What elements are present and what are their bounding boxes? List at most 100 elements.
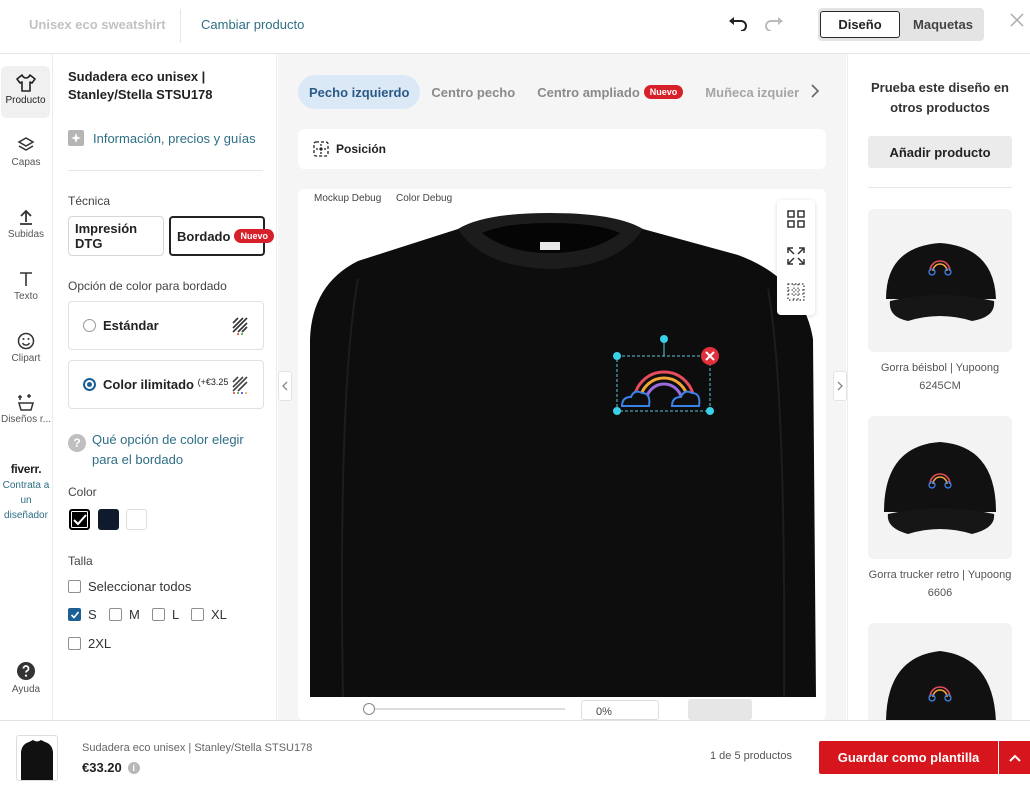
- nav-clipart[interactable]: Clipart: [0, 332, 52, 364]
- designs-icon: [18, 394, 34, 411]
- close-icon[interactable]: [1010, 13, 1030, 35]
- sparkle-icon: [68, 130, 84, 146]
- zoom-slider-track[interactable]: [375, 708, 565, 710]
- help-icon: [17, 662, 35, 680]
- shirt-icon: [15, 74, 36, 92]
- grid-layout-icon[interactable]: [786, 209, 806, 229]
- smiley-icon: [17, 332, 35, 350]
- check-icon: [70, 610, 79, 619]
- cap-image: [886, 243, 996, 321]
- position-label: Posición: [336, 142, 387, 156]
- mockup-debug-label[interactable]: Mockup Debug: [314, 193, 381, 204]
- position-icon: [313, 141, 329, 157]
- radio-standard[interactable]: [83, 319, 96, 332]
- size-l-checkbox[interactable]: [152, 608, 165, 621]
- tab-left-chest[interactable]: Pecho izquierdo: [298, 75, 421, 109]
- view-mode-toggle[interactable]: [688, 699, 752, 720]
- product-name-trucker-cap[interactable]: Gorra trucker retro | Yupoong 6606: [860, 566, 1020, 602]
- fiverr-logo: fiverr.: [10, 462, 42, 476]
- zoom-slider-handle[interactable]: [363, 703, 375, 715]
- nav-fiverr[interactable]: fiverr. Contrata a un diseñador: [0, 462, 52, 523]
- footer-bar: Sudadera eco unisex | Stanley/Stella STS…: [0, 720, 1030, 785]
- zoom-input[interactable]: 0%: [581, 700, 659, 720]
- redo-icon[interactable]: [763, 13, 785, 35]
- add-product-button[interactable]: Añadir producto: [868, 136, 1012, 168]
- tab-design[interactable]: Diseño: [820, 11, 900, 38]
- technique-embroidery-label: Bordado: [177, 228, 231, 244]
- footer-price: €33.20: [82, 760, 122, 775]
- nav-product[interactable]: Producto: [1, 66, 50, 118]
- new-badge: Nuevo: [234, 229, 274, 243]
- size-xl-checkbox[interactable]: [191, 608, 204, 621]
- try-design-title: Prueba este diseño en otros productos: [871, 80, 1009, 115]
- product-card-trucker-cap[interactable]: [868, 416, 1012, 559]
- technique-label: Técnica: [68, 194, 111, 208]
- product-card-baseball-cap[interactable]: [868, 209, 1012, 352]
- canvas-tools: [777, 200, 815, 315]
- nav-product-label: Producto: [5, 95, 46, 106]
- size-m-label: M: [129, 607, 140, 622]
- select-all-sizes[interactable]: Seleccionar todos: [68, 579, 191, 594]
- nav-premade-designs[interactable]: Diseños r...: [0, 393, 52, 425]
- position-button[interactable]: Posición: [298, 129, 826, 169]
- info-link-label: Información, precios y guías: [93, 130, 256, 146]
- color-swatch-white[interactable]: [126, 509, 147, 530]
- color-swatch-black[interactable]: [69, 509, 90, 530]
- project-title[interactable]: Unisex eco sweatshirt: [29, 17, 166, 32]
- sweatshirt-mockup[interactable]: [298, 189, 826, 699]
- size-xl[interactable]: XL: [191, 607, 227, 622]
- option-unlimited-label: Color ilimitado (+€3.25: [103, 377, 228, 392]
- nav-layers-label: Capas: [11, 157, 41, 168]
- change-product-link[interactable]: Cambiar producto: [201, 17, 304, 32]
- product-name-baseball-cap[interactable]: Gorra béisbol | Yupoong 6245CM: [860, 359, 1020, 395]
- expand-icon[interactable]: [786, 246, 806, 266]
- tab-mockups[interactable]: Maquetas: [903, 11, 983, 38]
- size-m[interactable]: M: [109, 607, 140, 622]
- select-all-checkbox[interactable]: [68, 580, 81, 593]
- undo-icon[interactable]: [727, 13, 749, 35]
- rainbow-design[interactable]: [612, 334, 722, 419]
- info-prices-guides-link[interactable]: Información, precios y guías: [68, 130, 256, 146]
- info-icon[interactable]: i: [127, 761, 140, 774]
- tab-left-wrist[interactable]: Muñeca izquier: [694, 75, 806, 109]
- zoom-controls: 0%: [298, 697, 826, 720]
- product-thumbnail: [16, 735, 58, 781]
- size-s[interactable]: S: [68, 607, 97, 622]
- radio-unlimited[interactable]: [83, 378, 96, 391]
- view-toggle: Diseño Maquetas: [818, 8, 984, 41]
- chevron-up-icon[interactable]: [999, 741, 1030, 774]
- trucker-cap-image: [884, 442, 996, 534]
- color-option-standard[interactable]: Estándar: [68, 301, 264, 350]
- size-xl-label: XL: [211, 607, 227, 622]
- collapse-right-icon[interactable]: [833, 371, 847, 401]
- size-2xl-checkbox[interactable]: [68, 637, 81, 650]
- nav-text[interactable]: Texto: [0, 270, 52, 302]
- color-debug-label[interactable]: Color Debug: [396, 193, 452, 204]
- sweatshirt-thumbnail-image: [21, 740, 53, 780]
- size-s-checkbox[interactable]: [68, 608, 81, 621]
- product-name: Sudadera eco unisex | Stanley/Stella STS…: [68, 69, 213, 102]
- fiverr-link[interactable]: Contrata a un diseñador: [0, 478, 52, 523]
- save-as-template-button[interactable]: Guardar como plantilla: [819, 741, 998, 774]
- size-2xl[interactable]: 2XL: [68, 636, 111, 651]
- nav-text-label: Texto: [14, 291, 38, 302]
- color-option-unlimited[interactable]: Color ilimitado (+€3.25: [68, 360, 264, 409]
- color-help-link[interactable]: Qué opción de color elegir para el borda…: [92, 430, 264, 470]
- color-label: Color: [68, 485, 97, 499]
- product-card-cap-3[interactable]: [868, 623, 1012, 720]
- nav-help[interactable]: Ayuda: [0, 661, 52, 695]
- chevron-right-icon[interactable]: [810, 84, 824, 100]
- nav-uploads[interactable]: Subidas: [0, 208, 52, 240]
- divider: [868, 187, 1012, 188]
- product-panel: Sudadera eco unisex | Stanley/Stella STS…: [53, 54, 277, 720]
- nav-layers[interactable]: Capas: [0, 136, 52, 168]
- collapse-left-icon[interactable]: [278, 371, 292, 401]
- color-swatch-navy[interactable]: [98, 509, 119, 530]
- technique-embroidery-button[interactable]: Bordado Nuevo: [169, 216, 274, 256]
- tab-large-center[interactable]: Centro ampliado Nuevo: [526, 75, 694, 109]
- size-m-checkbox[interactable]: [109, 608, 122, 621]
- size-l[interactable]: L: [152, 607, 179, 622]
- tab-center-chest[interactable]: Centro pecho: [420, 75, 526, 109]
- technique-dtg-button[interactable]: Impresión DTG: [68, 216, 164, 256]
- dot-grid-icon[interactable]: [786, 282, 806, 302]
